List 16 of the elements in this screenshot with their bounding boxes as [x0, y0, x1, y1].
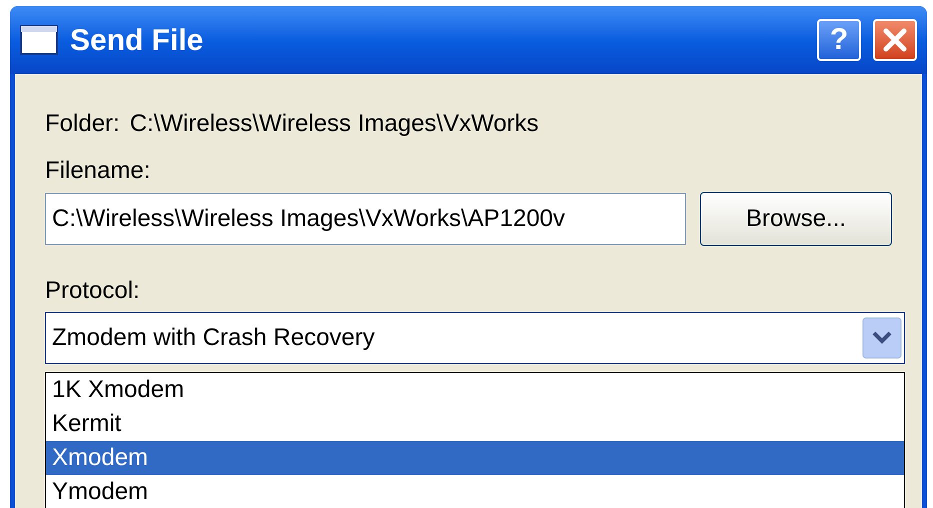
window-title: Send File [70, 22, 204, 58]
protocol-value: Zmodem with Crash Recovery [52, 323, 376, 353]
filename-field[interactable]: C:\Wireless\Wireless Images\VxWorks\AP1200v [45, 193, 686, 245]
folder-label: Folder: [45, 109, 120, 139]
folder-path: C:\Wireless\Wireless Images\VxWorks [130, 109, 539, 139]
protocol-option[interactable]: Kermit [46, 407, 904, 441]
close-button[interactable] [873, 19, 917, 61]
filename-label: Filename: [45, 156, 152, 186]
close-icon [882, 27, 908, 53]
protocol-label: Protocol: [45, 276, 141, 306]
protocol-option[interactable]: 1K Xmodem [46, 373, 904, 407]
window-icon [20, 25, 58, 55]
protocol-option[interactable]: Ymodem [46, 475, 904, 508]
protocol-option[interactable]: Xmodem [46, 441, 904, 475]
browse-button[interactable]: Browse... [700, 192, 892, 246]
protocol-dropdown[interactable]: Zmodem with Crash Recovery [45, 312, 905, 364]
